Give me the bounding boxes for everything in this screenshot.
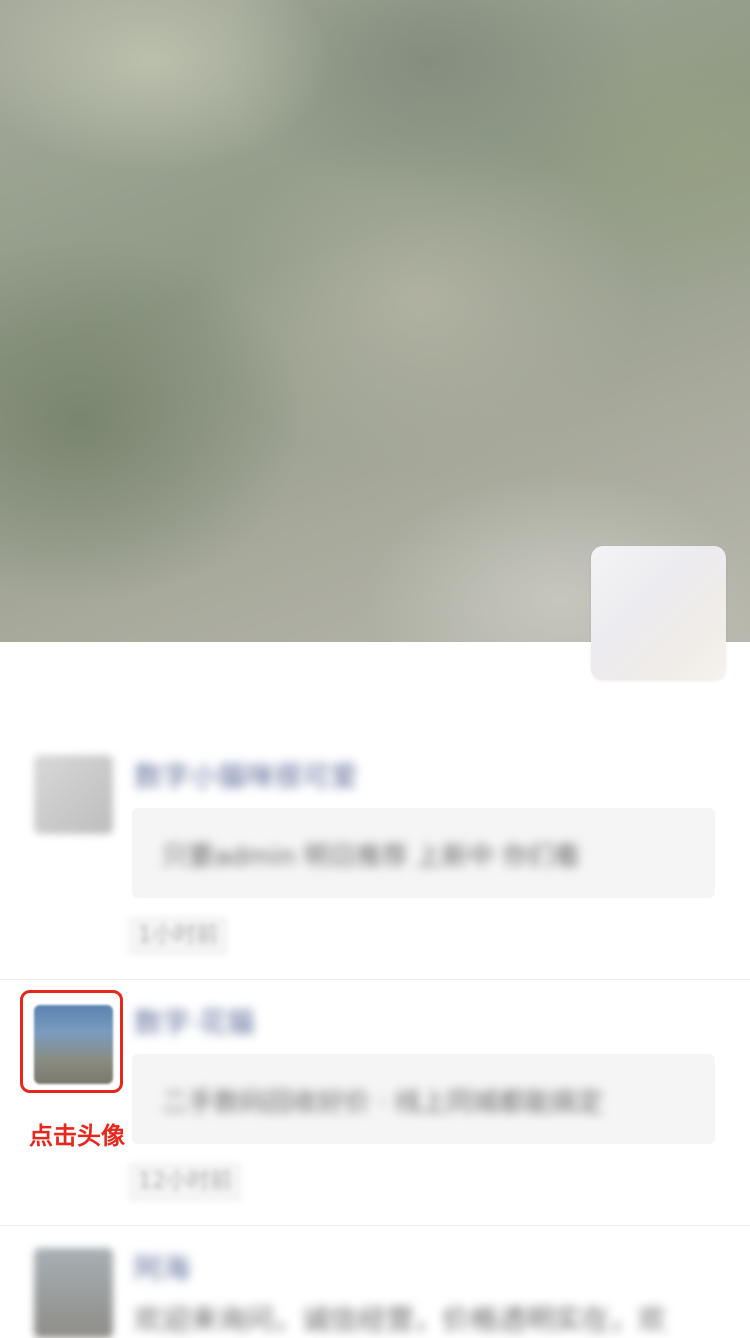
poster-name[interactable]: 数字·花猫 bbox=[134, 1006, 255, 1040]
avatar-highlight-frame bbox=[20, 990, 123, 1093]
post-text: 欢迎来询问，诚信经营，价格透明实在，欢 bbox=[134, 1303, 667, 1336]
avatar[interactable] bbox=[34, 1248, 113, 1338]
post-time: 1小时前 bbox=[128, 916, 228, 956]
shared-content-text: 二手数码回收好价 · 线上同城都能搞定 bbox=[162, 1088, 603, 1118]
poster-name[interactable]: 阿海 bbox=[134, 1252, 190, 1286]
shared-content-text: 只要admin 明日推荐 上新中 你们看 bbox=[162, 842, 581, 872]
post-time: 12小时前 bbox=[128, 1162, 242, 1202]
shared-content[interactable]: 只要admin 明日推荐 上新中 你们看 bbox=[132, 808, 715, 898]
avatar[interactable] bbox=[34, 755, 113, 834]
poster-name[interactable]: 数字小猫咪很可爱 bbox=[134, 760, 358, 794]
divider bbox=[0, 979, 750, 980]
owner-avatar[interactable] bbox=[591, 546, 726, 680]
tap-avatar-hint: 点击头像 bbox=[22, 1118, 132, 1154]
divider bbox=[0, 1225, 750, 1226]
shared-content[interactable]: 二手数码回收好价 · 线上同城都能搞定 bbox=[132, 1054, 715, 1144]
